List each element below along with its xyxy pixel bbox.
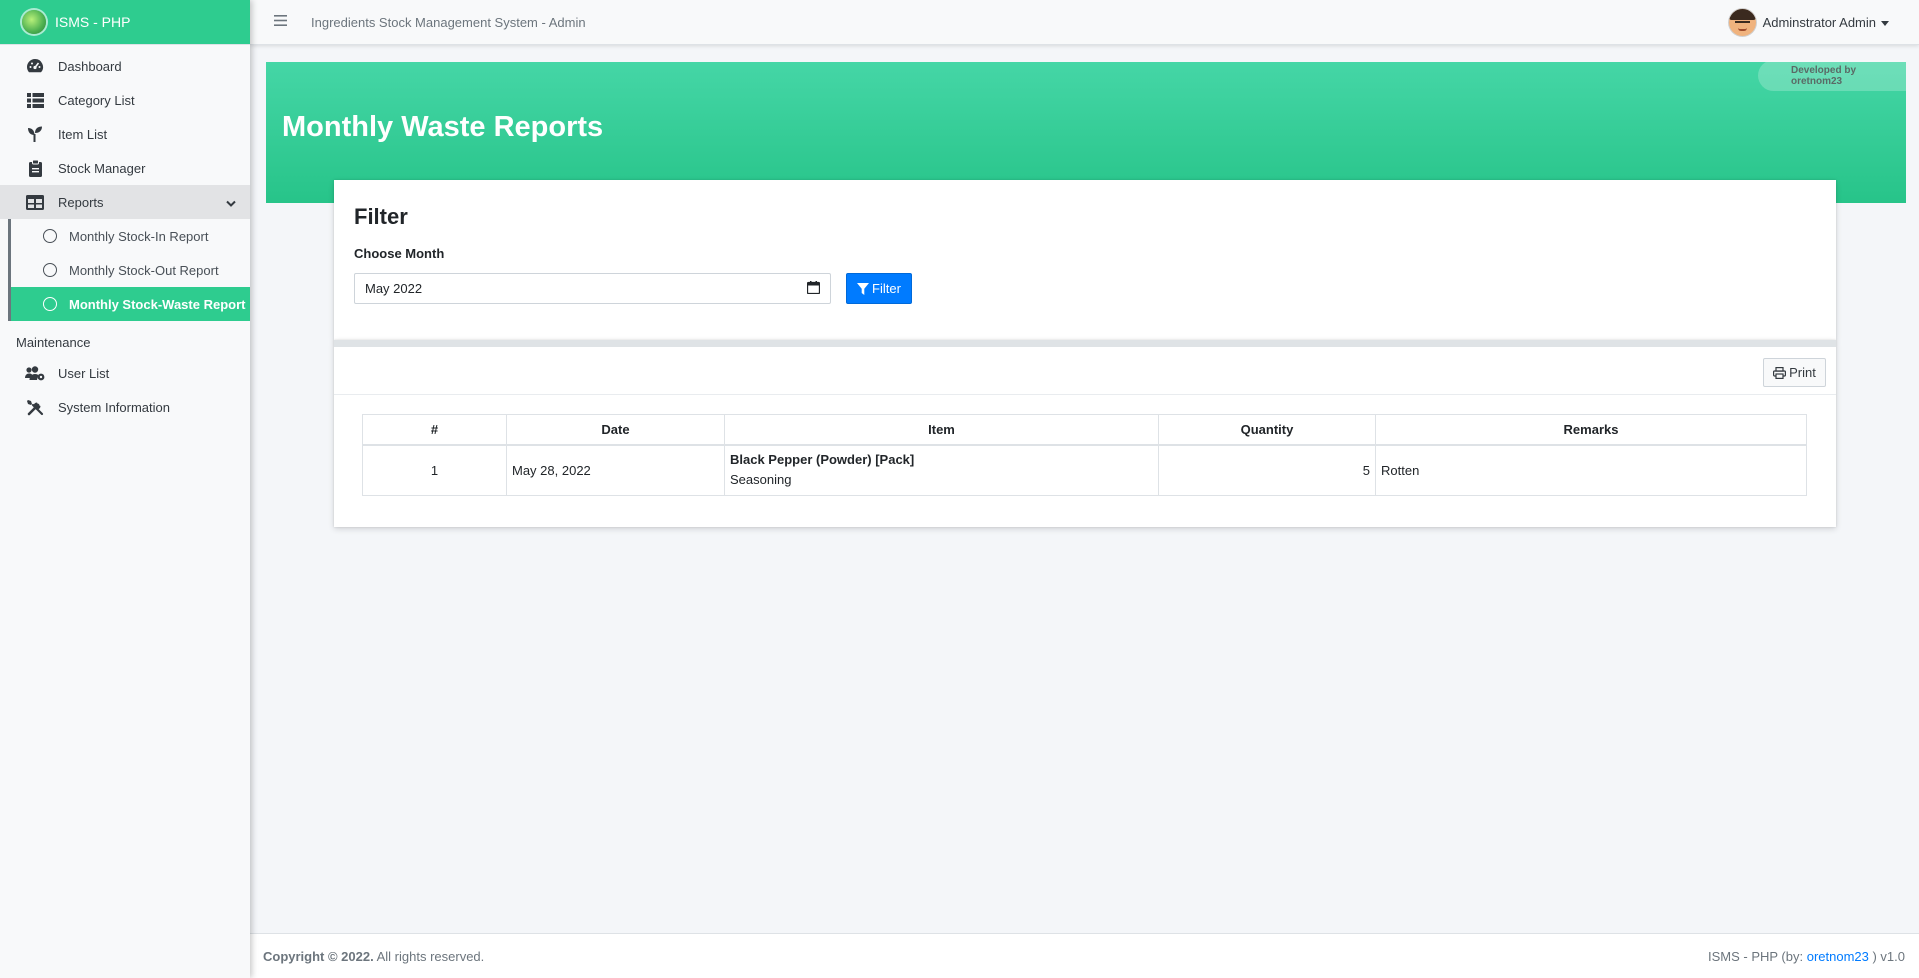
users-cog-icon: [25, 365, 45, 381]
brand-link[interactable]: ISMS - PHP: [0, 0, 250, 45]
user-menu[interactable]: Adminstrator Admin: [1728, 8, 1889, 36]
author-link[interactable]: oretnom23: [1807, 949, 1869, 964]
item-name: Black Pepper (Powder) [Pack]: [730, 452, 915, 468]
list-icon: [25, 92, 45, 108]
sidebar-item-category-list[interactable]: Category List: [0, 83, 250, 117]
sidebar-item-label: Stock Manager: [58, 160, 146, 176]
seedling-icon: [25, 126, 45, 142]
page-title: Monthly Waste Reports: [282, 111, 604, 143]
footer-version: ISMS - PHP (by: oretnom23 ) v1.0: [1708, 949, 1905, 964]
sidebar-item-item-list[interactable]: Item List: [0, 117, 250, 151]
filter-title: Filter: [354, 204, 408, 229]
footer: Copyright © 2022. All rights reserved. I…: [250, 933, 1919, 978]
waste-report-table: # Date Item Quantity Remarks 1 May 28, 2…: [362, 414, 1807, 496]
reports-submenu: Monthly Stock-In Report Monthly Stock-Ou…: [8, 219, 250, 321]
tools-icon: [25, 399, 45, 416]
clipboard-icon: [25, 159, 45, 177]
sidebar-nav: Dashboard Category List Item List Stock …: [0, 45, 250, 424]
filter-button-label: Filter: [872, 281, 901, 296]
sidebar-item-label: Dashboard: [58, 58, 122, 74]
card-divider: [334, 394, 1836, 395]
top-navbar: Ingredients Stock Management System - Ad…: [250, 0, 1919, 45]
sidebar: ISMS - PHP Dashboard Category List Item …: [0, 0, 250, 978]
sidebar-item-label: User List: [58, 365, 110, 381]
circle-icon: [43, 229, 57, 243]
table-icon: [25, 194, 45, 210]
sidebar-item-user-list[interactable]: User List: [0, 356, 250, 390]
item-category: Seasoning: [730, 472, 792, 488]
tachometer-icon: [25, 58, 45, 74]
rights-text: All rights reserved.: [373, 948, 485, 964]
print-button-label: Print: [1789, 365, 1816, 380]
choose-month-label: Choose Month: [354, 246, 445, 261]
row-date: May 28, 2022: [506, 444, 725, 496]
brand-name: ISMS - PHP: [55, 14, 131, 30]
calendar-icon[interactable]: [806, 280, 821, 297]
sidebar-item-dashboard[interactable]: Dashboard: [0, 49, 250, 83]
sidebar-item-stock-manager[interactable]: Stock Manager: [0, 151, 250, 185]
row-quantity: 5: [1158, 444, 1376, 496]
print-icon: [1773, 366, 1787, 379]
footer-copyright: Copyright © 2022. All rights reserved.: [263, 949, 484, 964]
month-input[interactable]: May 2022: [354, 273, 831, 304]
filter-button[interactable]: Filter: [846, 273, 912, 304]
filter-card: Filter Choose Month May 2022 Filter: [334, 180, 1836, 340]
user-name: Adminstrator Admin: [1762, 14, 1876, 30]
hamburger-menu-icon[interactable]: [274, 13, 292, 31]
column-header-item: Item: [724, 414, 1159, 446]
print-button[interactable]: Print: [1763, 358, 1826, 387]
column-header-number: #: [362, 414, 507, 446]
sidebar-item-label: Item List: [58, 126, 108, 142]
row-item: Black Pepper (Powder) [Pack] Seasoning: [724, 444, 1159, 496]
row-number: 1: [362, 444, 507, 496]
sidebar-item-label: Reports: [58, 194, 104, 210]
circle-icon: [43, 297, 57, 311]
maintenance-header: Maintenance: [16, 335, 91, 350]
chevron-down-icon: [226, 195, 236, 210]
filter-icon: [857, 282, 870, 295]
developer-badge: Developed by oretnom23: [1758, 60, 1906, 91]
footer-suffix: ) v1.0: [1868, 948, 1905, 964]
copyright-text: Copyright © 2022.: [263, 948, 374, 964]
sidebar-item-monthly-stock-in-report[interactable]: Monthly Stock-In Report: [11, 219, 250, 253]
sidebar-item-label: System Information: [58, 399, 170, 415]
circle-icon: [43, 263, 57, 277]
column-header-date: Date: [506, 414, 725, 446]
sidebar-item-monthly-stock-waste-report[interactable]: Monthly Stock-Waste Report: [11, 287, 250, 321]
row-remarks: Rotten: [1375, 444, 1807, 496]
report-card: Print # Date Item Quantity Remarks 1 May…: [334, 340, 1836, 527]
caret-down-icon: [1881, 20, 1889, 26]
sidebar-item-label: Monthly Stock-Waste Report: [69, 296, 246, 312]
sidebar-item-system-information[interactable]: System Information: [0, 390, 250, 424]
footer-prefix: ISMS - PHP (by:: [1707, 948, 1807, 964]
system-title: Ingredients Stock Management System - Ad…: [311, 14, 586, 30]
sidebar-item-label: Category List: [58, 92, 135, 108]
sidebar-item-reports[interactable]: Reports: [0, 185, 250, 219]
column-header-quantity: Quantity: [1158, 414, 1376, 446]
brand-logo-icon: [22, 10, 46, 34]
sidebar-item-monthly-stock-out-report[interactable]: Monthly Stock-Out Report: [11, 253, 250, 287]
month-input-value: May 2022: [365, 281, 423, 296]
table-row: 1 May 28, 2022 Black Pepper (Powder) [Pa…: [362, 444, 1807, 496]
sidebar-item-label: Monthly Stock-Out Report: [69, 262, 219, 278]
table-header-row: # Date Item Quantity Remarks: [362, 414, 1807, 446]
avatar: [1728, 8, 1756, 36]
column-header-remarks: Remarks: [1375, 414, 1807, 446]
sidebar-item-label: Monthly Stock-In Report: [69, 228, 209, 244]
